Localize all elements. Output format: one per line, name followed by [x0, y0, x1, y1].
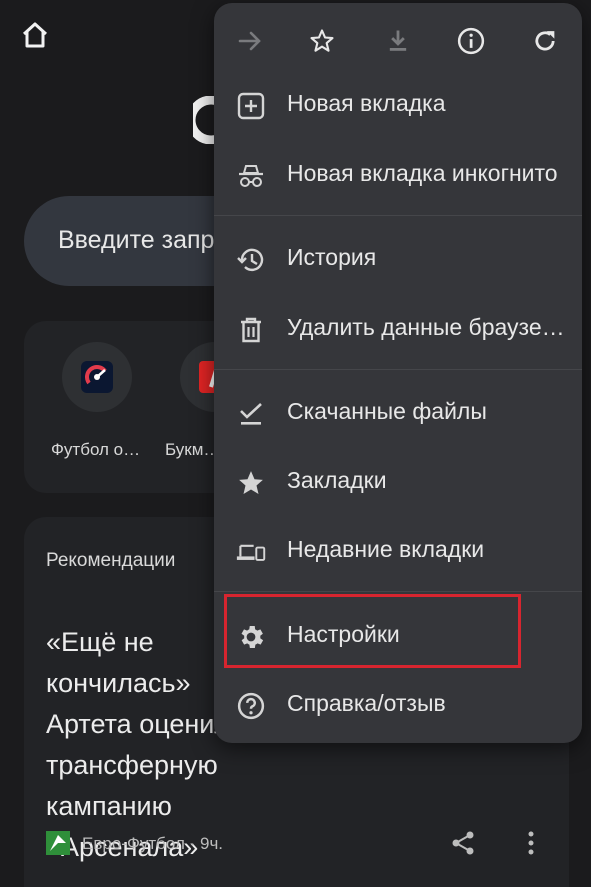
- reload-button[interactable]: [525, 21, 565, 61]
- menu-item-history[interactable]: История: [214, 231, 582, 287]
- menu-item-help[interactable]: Справка/отзыв: [214, 677, 582, 733]
- trash-icon: [241, 317, 261, 343]
- devices-icon: [236, 544, 266, 561]
- info-icon: [457, 27, 485, 55]
- star-filled-icon: [239, 471, 263, 494]
- menu-item-label: Недавние вкладки: [287, 536, 485, 562]
- forward-arrow-icon: [238, 31, 261, 51]
- football-app-icon: [81, 361, 113, 393]
- incognito-icon: [239, 165, 263, 187]
- share-icon[interactable]: [450, 830, 476, 856]
- menu-divider: [214, 591, 582, 592]
- page-info-button[interactable]: [451, 21, 491, 61]
- menu-item-new-tab[interactable]: Новая вкладка: [214, 77, 582, 133]
- menu-divider: [214, 215, 582, 216]
- menu-item-label: Закладки: [287, 467, 387, 493]
- forward-button[interactable]: [230, 21, 270, 61]
- menu-item-incognito[interactable]: Новая вкладка инкогнито: [214, 147, 582, 203]
- shortcut-label: Букм…: [165, 440, 221, 459]
- new-tab-icon: [237, 92, 265, 120]
- menu-item-label: Новая вкладка: [287, 90, 446, 116]
- download-button[interactable]: [378, 21, 418, 61]
- menu-item-label: Скачанные файлы: [287, 398, 487, 424]
- article-source: Евро-Футбол · 9ч.: [82, 834, 224, 853]
- downloads-check-icon: [240, 403, 262, 425]
- menu-item-recent-tabs[interactable]: Недавние вкладки: [214, 523, 582, 579]
- menu-item-label: Справка/отзыв: [287, 690, 446, 716]
- shortcut-tile[interactable]: [62, 342, 132, 412]
- menu-item-label: История: [287, 244, 377, 270]
- settings-highlight-box: [224, 594, 521, 668]
- download-icon: [389, 30, 407, 51]
- recommendations-title: Рекомендации: [46, 550, 176, 571]
- star-outline-icon: [310, 29, 334, 52]
- history-icon: [237, 248, 264, 272]
- shortcut-label: Футбол о…: [51, 440, 141, 459]
- more-options-icon[interactable]: [520, 830, 542, 856]
- help-icon: [237, 692, 265, 720]
- menu-item-label: Удалить данные браузера…: [287, 314, 567, 340]
- menu-divider: [214, 369, 582, 370]
- bookmark-button[interactable]: [302, 21, 342, 61]
- menu-item-downloads[interactable]: Скачанные файлы: [214, 385, 582, 441]
- source-logo-icon: [46, 831, 70, 855]
- menu-item-clear-data[interactable]: Удалить данные браузера…: [214, 301, 582, 357]
- home-icon[interactable]: [20, 20, 50, 50]
- menu-item-bookmarks[interactable]: Закладки: [214, 454, 582, 510]
- menu-item-label: Новая вкладка инкогнито: [287, 160, 558, 186]
- refresh-icon: [535, 31, 555, 51]
